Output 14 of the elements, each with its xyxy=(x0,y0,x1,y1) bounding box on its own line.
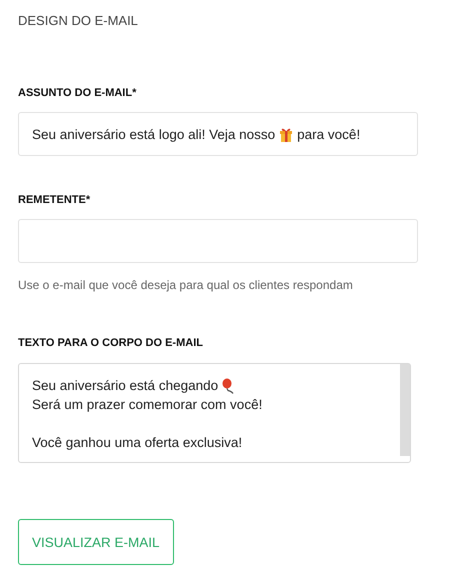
field-label: ASSUNTO DO E-MAIL* xyxy=(18,87,138,99)
scrollbar[interactable] xyxy=(400,364,410,456)
body-text-line: Você ganhou uma oferta exclusiva! xyxy=(32,435,242,450)
balloon-icon xyxy=(222,378,234,394)
field-hint: Use o e-mail que você deseja para qual os clientes respondam xyxy=(18,278,354,292)
body-text-line: Será um prazer comemorar com você! xyxy=(32,397,262,412)
body-text-line: Seu aniversário está chegando xyxy=(32,378,218,393)
subject-field[interactable]: Seu aniversário está logo ali! Veja nosso para você! xyxy=(18,112,418,156)
gift-icon xyxy=(279,126,294,142)
section-title: DESIGN DO E-MAIL xyxy=(18,13,139,28)
sender-field[interactable] xyxy=(18,219,418,263)
field-label: TEXTO PARA O CORPO DO E-MAIL xyxy=(18,337,204,349)
field-label: REMETENTE* xyxy=(18,194,92,206)
body-text-area[interactable]: Seu aniversário está chegando Será um prazer comemorar com você! Você ganhou uma oferta exclusiva! xyxy=(18,363,411,463)
